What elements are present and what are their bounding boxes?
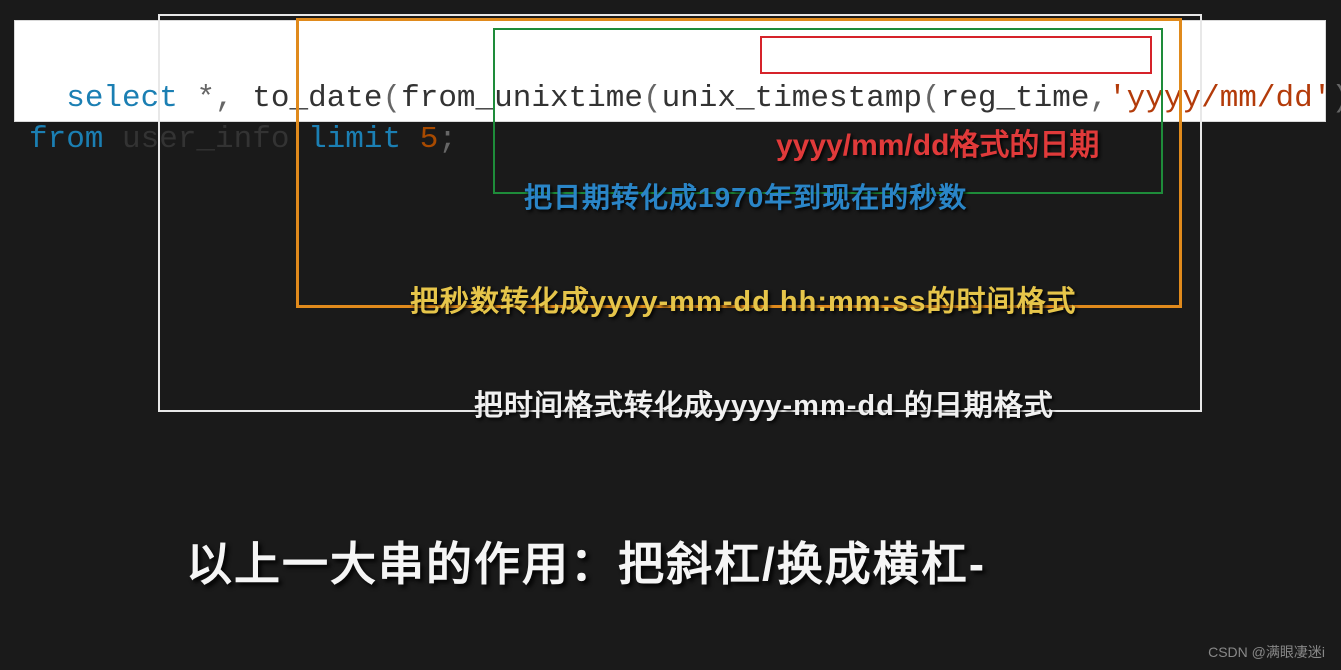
annotation-white: 把时间格式转化成yyyy-mm-dd 的日期格式 bbox=[474, 382, 1054, 424]
annotation-blue: 把日期转化成1970年到现在的秒数 bbox=[524, 176, 967, 216]
annotation-yellow: 把秒数转化成yyyy-mm-dd hh:mm:ss的时间格式 bbox=[410, 278, 1076, 320]
watermark: CSDN @满眼凄迷i bbox=[1208, 642, 1325, 662]
sql-code-block: select *, to_date(from_unixtime(unix_tim… bbox=[14, 20, 1326, 122]
annotation-red: yyyy/mm/dd格式的日期 bbox=[776, 120, 1099, 164]
summary-text: 以上一大串的作用：把斜杠/换成横杠- bbox=[186, 528, 986, 594]
